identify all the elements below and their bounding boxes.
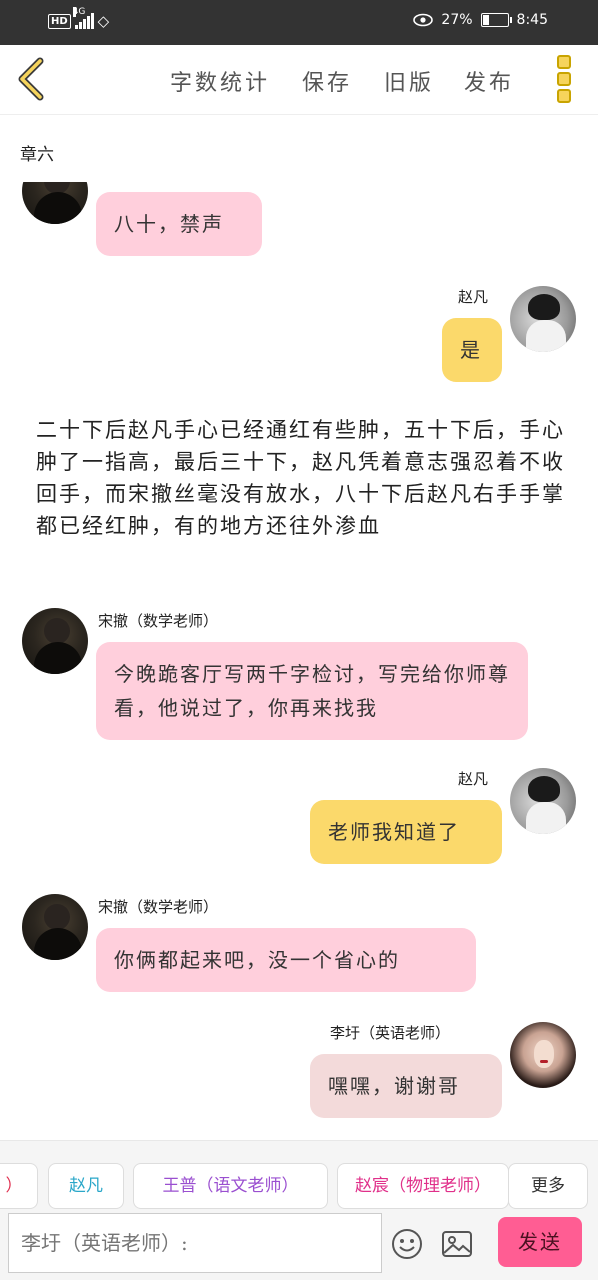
- sender-name: 赵凡: [458, 288, 489, 306]
- message-bubble[interactable]: 今晚跪客厅写两千字检讨，写完给你师尊看，他说过了，你再来找我: [96, 642, 528, 740]
- app-header: 字数统计 保存 旧版 发布: [0, 45, 598, 115]
- sender-name: 宋撤（数学老师）: [98, 612, 219, 630]
- publish-button[interactable]: 发布: [464, 65, 514, 97]
- sender-name: 李圩（英语老师）: [330, 1024, 451, 1042]
- image-button[interactable]: [440, 1227, 474, 1261]
- eye-icon: [413, 13, 434, 27]
- hd-badge: HD: [48, 13, 71, 29]
- narration-text[interactable]: 二十下后赵凡手心已经通红有些肿，五十下后，手心肿了一指高，最后三十下，赵凡凭着意…: [36, 414, 566, 542]
- signal-icon: 4G: [72, 7, 94, 29]
- avatar[interactable]: [510, 1022, 576, 1088]
- word-count-button[interactable]: 字数统计: [170, 65, 270, 97]
- message-bubble[interactable]: 八十，禁声: [96, 192, 262, 256]
- battery-icon: [480, 13, 512, 27]
- menu-dot: [557, 72, 571, 86]
- message-bubble[interactable]: 你俩都起来吧，没一个省心的: [96, 928, 476, 992]
- chat-area[interactable]: 八十，禁声 赵凡 是 二十下后赵凡手心已经通红有些肿，五十下后，手心肿了一指高，…: [0, 182, 598, 1140]
- message-bubble[interactable]: 嘿嘿，谢谢哥: [310, 1054, 502, 1118]
- back-button[interactable]: [14, 57, 48, 101]
- chevron-left-icon: [18, 57, 44, 101]
- avatar[interactable]: [22, 182, 88, 224]
- save-button[interactable]: 保存: [302, 65, 352, 97]
- chapter-title: 章六: [20, 145, 54, 165]
- character-chip[interactable]: 王普（语文老师）: [133, 1163, 328, 1209]
- wifi-icon: ◇: [97, 12, 110, 30]
- menu-dot: [557, 89, 571, 103]
- message-bubble[interactable]: 是: [442, 318, 502, 382]
- status-right: 27% 8:45: [413, 12, 548, 28]
- old-version-button[interactable]: 旧版: [384, 65, 434, 97]
- character-chip[interactable]: 赵宸（物理老师）: [337, 1163, 509, 1209]
- sender-name: 赵凡: [458, 770, 489, 788]
- menu-dot: [557, 55, 571, 69]
- more-characters-button[interactable]: 更多: [508, 1163, 588, 1209]
- avatar[interactable]: [510, 286, 576, 352]
- character-chip[interactable]: 赵凡: [48, 1163, 124, 1209]
- message-bubble[interactable]: 老师我知道了: [310, 800, 502, 864]
- image-icon: [442, 1231, 472, 1257]
- avatar[interactable]: [22, 894, 88, 960]
- character-chip[interactable]: ）: [0, 1163, 38, 1209]
- send-button[interactable]: 发送: [498, 1217, 582, 1267]
- battery-fill: [482, 15, 490, 25]
- network-type: 4G: [72, 7, 86, 17]
- status-left: HD 4G ◇: [48, 7, 110, 30]
- clock: 8:45: [516, 12, 548, 28]
- avatar[interactable]: [22, 608, 88, 674]
- avatar[interactable]: [510, 768, 576, 834]
- battery-percent: 27%: [441, 12, 473, 28]
- smiley-icon: [392, 1229, 422, 1259]
- status-bar: HD 4G ◇ 27% 8:45: [0, 0, 598, 45]
- composer-bar: ） 赵凡 王普（语文老师） 赵宸（物理老师） 更多 发送: [0, 1140, 598, 1280]
- message-input[interactable]: [8, 1213, 382, 1273]
- more-menu-button[interactable]: [557, 55, 575, 103]
- sender-name: 宋撤（数学老师）: [98, 898, 219, 916]
- emoji-button[interactable]: [390, 1227, 424, 1261]
